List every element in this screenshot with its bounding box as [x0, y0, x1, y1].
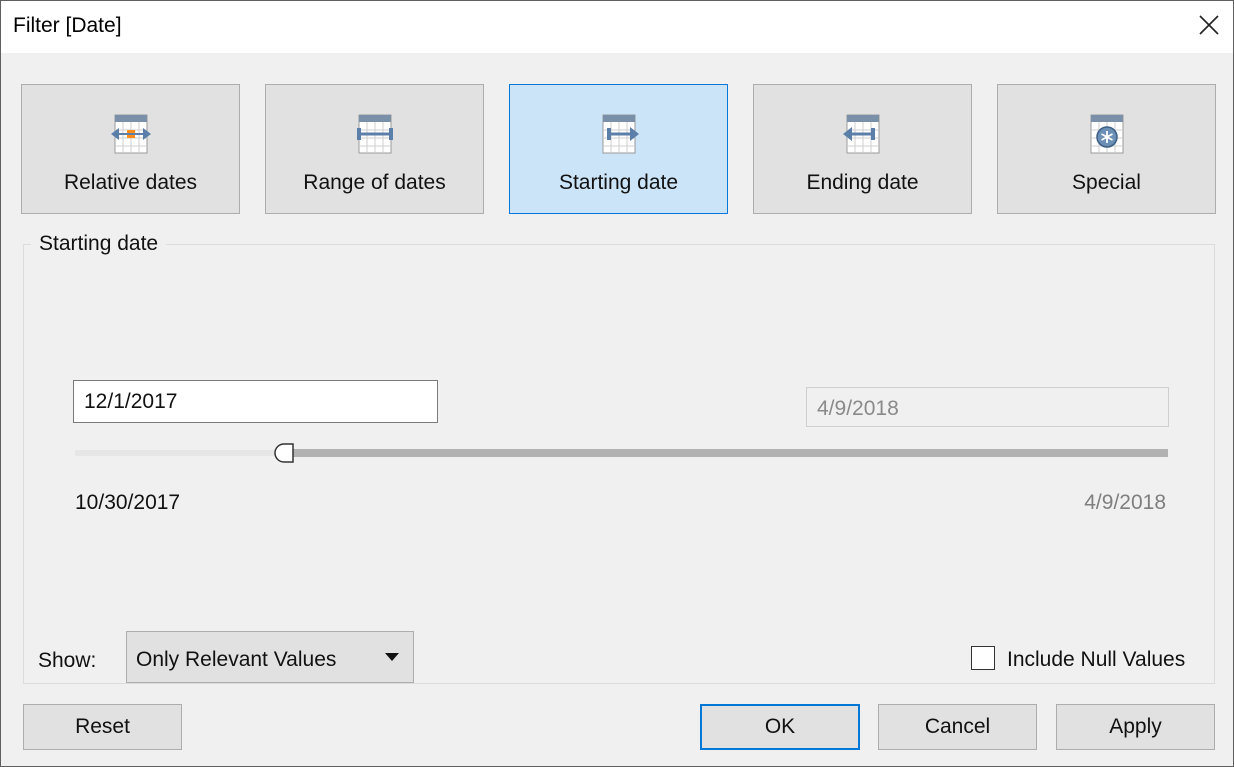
show-dropdown-value: Only Relevant Values — [136, 648, 337, 671]
ending-date-button[interactable]: Ending date — [753, 84, 972, 214]
calendar-special-icon — [1090, 114, 1123, 154]
calendar-relative-icon — [110, 114, 151, 154]
close-button[interactable] — [1191, 7, 1227, 43]
range-max-label: 4/9/2018 — [1084, 491, 1166, 514]
calendar-start-icon — [602, 114, 639, 154]
slider-track — [75, 450, 283, 456]
starting-date-group — [23, 244, 1215, 684]
reset-button[interactable]: Reset — [23, 704, 182, 750]
range-of-dates-button[interactable]: Range of dates — [265, 84, 484, 214]
calendar-end-icon — [842, 114, 879, 154]
include-null-checkbox[interactable] — [971, 646, 995, 670]
title-bar: Filter [Date] — [1, 1, 1233, 53]
start-date-input[interactable]: 12/1/2017 — [73, 380, 438, 423]
relative-dates-button[interactable]: Relative dates — [21, 84, 240, 214]
range-of-dates-label: Range of dates — [303, 171, 446, 194]
filter-dialog: Filter [Date] Relative dates Range of da… — [0, 0, 1234, 767]
include-null-label[interactable]: Include Null Values — [1007, 648, 1185, 672]
group-title: Starting date — [31, 232, 167, 256]
show-label: Show: — [38, 649, 97, 672]
apply-button[interactable]: Apply — [1056, 704, 1215, 750]
starting-date-button[interactable]: Starting date — [509, 84, 728, 214]
close-icon — [1199, 15, 1219, 35]
ending-date-label: Ending date — [806, 171, 919, 194]
special-label: Special — [1072, 171, 1141, 194]
cancel-button[interactable]: Cancel — [878, 704, 1037, 750]
slider-selected-range — [283, 449, 1168, 457]
calendar-range-icon — [356, 114, 393, 154]
dropdown-arrow-icon — [385, 653, 399, 661]
relative-dates-label: Relative dates — [63, 171, 198, 194]
dialog-title: Filter [Date] — [13, 14, 122, 37]
slider-thumb[interactable] — [273, 442, 295, 464]
starting-date-label: Starting date — [558, 171, 679, 194]
end-date-input: 4/9/2018 — [806, 387, 1169, 427]
ok-button[interactable]: OK — [700, 704, 860, 750]
show-dropdown[interactable]: Only Relevant Values — [126, 631, 414, 683]
special-button[interactable]: Special — [997, 84, 1216, 214]
range-min-label: 10/30/2017 — [75, 491, 181, 514]
